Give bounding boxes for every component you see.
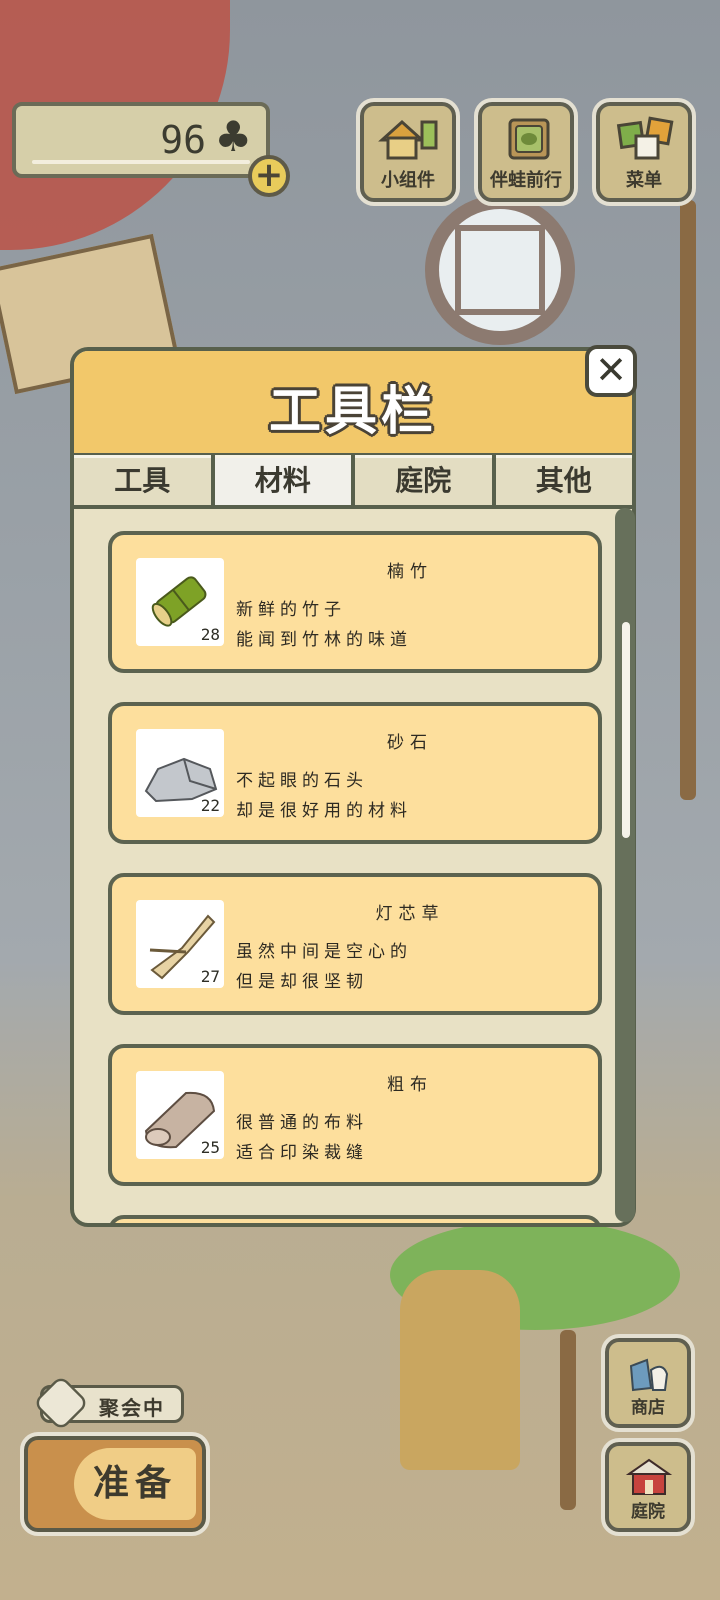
item-quantity: 27 xyxy=(200,967,220,986)
yard-button[interactable]: 庭院 xyxy=(601,1438,695,1536)
clover-count: 96 xyxy=(160,118,206,162)
add-clover-button[interactable]: + xyxy=(248,155,290,197)
window-lattice xyxy=(455,225,545,315)
item-desc-line2: 但是却很坚韧 xyxy=(236,972,368,992)
candle-stand xyxy=(560,1330,576,1510)
widget-button-label: 小组件 xyxy=(381,170,435,191)
item-desc-line2: 却是很好用的材料 xyxy=(236,801,412,821)
item-desc-line1: 不起眼的石头 xyxy=(236,771,368,791)
item-quantity: 28 xyxy=(200,625,220,644)
item-name: 灯芯草 xyxy=(375,904,445,924)
menu-button-label: 菜单 xyxy=(626,170,662,191)
companion-button-label: 伴蛙前行 xyxy=(490,170,562,191)
item-desc-line2: 适合印染裁缝 xyxy=(236,1143,368,1163)
scrollbar-track[interactable] xyxy=(615,508,635,1222)
scrollbar-thumb[interactable] xyxy=(622,622,630,838)
item-desc-line2: 能闻到竹林的味道 xyxy=(236,630,412,650)
tab-materials[interactable]: 材料 xyxy=(214,455,351,505)
party-status-label: 聚会中 xyxy=(99,1396,165,1420)
panel-title: 工具栏 xyxy=(268,382,437,442)
yard-button-label: 庭院 xyxy=(631,1502,665,1522)
shop-bag-icon xyxy=(629,1358,669,1392)
item-desc-line1: 很普通的布料 xyxy=(236,1113,368,1133)
tab-other[interactable]: 其他 xyxy=(495,455,632,505)
tab-yard[interactable]: 庭院 xyxy=(355,455,492,505)
wooden-post xyxy=(680,200,696,800)
menu-button[interactable]: 菜单 xyxy=(592,98,696,206)
toolbar-panel: 工具栏 工具 材料 庭院 其他 28 楠竹 新鲜的竹子 能闻到竹林的味道 22 … xyxy=(70,347,636,1227)
panel-header: 工具栏 xyxy=(74,351,632,457)
tab-bar: 工具 材料 庭院 其他 xyxy=(74,455,632,509)
companion-button[interactable]: 伴蛙前行 xyxy=(474,98,578,206)
hay-bundle xyxy=(400,1270,520,1470)
close-button[interactable]: ✕ xyxy=(585,345,637,397)
menu-icon xyxy=(616,116,674,160)
shop-button-label: 商店 xyxy=(631,1398,665,1418)
item-quantity: 22 xyxy=(200,796,220,815)
companion-book-icon xyxy=(508,118,550,160)
clover-counter: 96 ♣ xyxy=(12,102,270,178)
item-name: 粗布 xyxy=(387,1075,433,1095)
item-name: 楠竹 xyxy=(387,562,433,582)
list-item[interactable]: 25 粗布 很普通的布料 适合印染裁缝 xyxy=(108,1044,602,1186)
material-list: 28 楠竹 新鲜的竹子 能闻到竹林的味道 22 砂石 不起眼的石头 却是很好用的… xyxy=(74,509,632,1223)
widget-button[interactable]: 小组件 xyxy=(356,98,460,206)
list-item[interactable]: 22 砂石 不起眼的石头 却是很好用的材料 xyxy=(108,702,602,844)
item-desc-line1: 新鲜的竹子 xyxy=(236,600,346,620)
item-name: 砂石 xyxy=(387,733,433,753)
list-item[interactable] xyxy=(108,1215,602,1223)
shop-button[interactable]: 商店 xyxy=(601,1334,695,1432)
tab-tools[interactable]: 工具 xyxy=(74,455,211,505)
clover-bar xyxy=(32,160,250,164)
ready-button[interactable]: 准备 xyxy=(20,1432,210,1536)
list-item[interactable]: 28 楠竹 新鲜的竹子 能闻到竹林的味道 xyxy=(108,531,602,673)
yard-house-icon xyxy=(625,1458,673,1495)
item-desc-line1: 虽然中间是空心的 xyxy=(236,942,412,962)
ready-button-label: 准备 xyxy=(74,1448,196,1520)
clover-icon: ♣ xyxy=(214,112,252,161)
widget-icon xyxy=(378,119,438,160)
list-item[interactable]: 27 灯芯草 虽然中间是空心的 但是却很坚韧 xyxy=(108,873,602,1015)
item-quantity: 25 xyxy=(200,1138,220,1157)
